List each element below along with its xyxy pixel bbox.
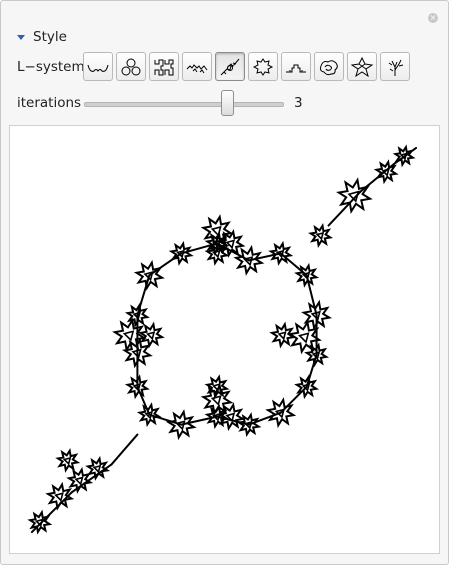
lsystem-button-hilbert[interactable] bbox=[149, 52, 179, 81]
lsystem-button-trefoil[interactable] bbox=[116, 52, 146, 81]
koch-curve-icon bbox=[87, 64, 109, 72]
swirl-curve-icon bbox=[319, 59, 338, 75]
lsystem-button-bar bbox=[83, 52, 410, 81]
manipulate-panel: × Style L−system iterations 3 bbox=[0, 0, 449, 565]
lsystem-button-hat[interactable] bbox=[281, 52, 311, 81]
lsystem-button-dragon[interactable] bbox=[182, 52, 212, 81]
lsystem-button-plant[interactable] bbox=[380, 52, 410, 81]
lsystem-button-diagonal[interactable] bbox=[215, 52, 245, 81]
iterations-label: iterations bbox=[17, 95, 82, 111]
fractal-drawing bbox=[27, 144, 418, 535]
lsystem-button-koch[interactable] bbox=[83, 52, 113, 81]
trefoil-icon bbox=[121, 58, 141, 75]
lsystem-label: L−system bbox=[17, 59, 85, 75]
collapse-triangle-icon[interactable] bbox=[17, 35, 25, 40]
iterations-slider-track[interactable] bbox=[84, 102, 284, 107]
snowflake-icon bbox=[252, 57, 274, 76]
style-section-header[interactable]: Style bbox=[17, 28, 67, 46]
iterations-slider-thumb[interactable] bbox=[220, 90, 234, 116]
section-title: Style bbox=[33, 29, 67, 45]
diagonal-fractal-icon bbox=[220, 58, 240, 75]
dragon-curve-icon bbox=[186, 63, 208, 73]
lsystem-button-swirl[interactable] bbox=[314, 52, 344, 81]
hat-curve-icon bbox=[286, 64, 306, 72]
lsystem-button-snowflake[interactable] bbox=[248, 52, 278, 81]
fractal-canvas bbox=[9, 125, 440, 554]
close-icon[interactable]: × bbox=[428, 13, 438, 23]
cross-star-icon bbox=[350, 56, 374, 77]
fractal-plant-icon bbox=[388, 59, 404, 76]
hilbert-curve-icon bbox=[154, 59, 174, 75]
lsystem-button-cross[interactable] bbox=[347, 52, 377, 81]
iterations-value: 3 bbox=[294, 95, 303, 111]
